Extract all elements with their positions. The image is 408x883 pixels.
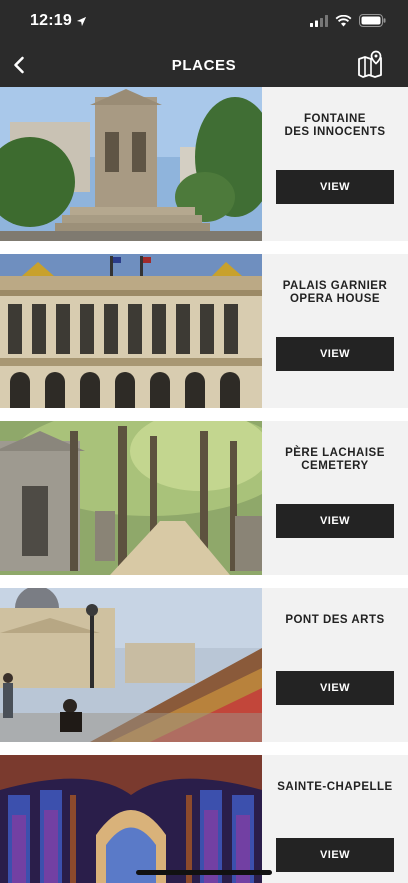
place-photo — [0, 588, 262, 742]
place-info: PONT DES ARTS VIEW — [262, 588, 408, 742]
view-button[interactable]: VIEW — [276, 838, 394, 872]
place-photo — [0, 254, 262, 408]
view-button[interactable]: VIEW — [276, 671, 394, 705]
place-card-pere-lachaise[interactable]: PÈRE LACHAISE CEMETERY VIEW — [0, 421, 408, 575]
app-header: 12:19 PLACES — [0, 0, 408, 87]
map-pin-icon — [358, 50, 382, 78]
location-arrow-icon — [76, 16, 87, 26]
place-card-fontaine-des-innocents[interactable]: FONTAINE DES INNOCENTS VIEW — [0, 87, 408, 241]
map-button[interactable] — [356, 50, 384, 78]
place-info: FONTAINE DES INNOCENTS VIEW — [262, 87, 408, 241]
status-time-group: 12:19 — [30, 12, 87, 30]
wifi-icon — [335, 14, 352, 26]
place-name: PALAIS GARNIER OPERA HOUSE — [282, 280, 388, 305]
battery-icon — [359, 14, 386, 27]
place-photo — [0, 755, 262, 883]
place-photo — [0, 87, 262, 241]
place-info: SAINTE-CHAPELLE VIEW — [262, 755, 408, 883]
place-name: FONTAINE DES INNOCENTS — [284, 113, 386, 138]
place-photo — [0, 421, 262, 575]
place-name: PÈRE LACHAISE CEMETERY — [285, 447, 385, 472]
place-info: PÈRE LACHAISE CEMETERY VIEW — [262, 421, 408, 575]
status-time: 12:19 — [30, 12, 72, 29]
signal-icon — [310, 14, 328, 27]
place-info: PALAIS GARNIER OPERA HOUSE VIEW — [262, 254, 408, 408]
place-card-palais-garnier[interactable]: PALAIS GARNIER OPERA HOUSE VIEW — [0, 254, 408, 408]
view-button[interactable]: VIEW — [276, 504, 394, 538]
place-name: PONT DES ARTS — [285, 614, 385, 626]
place-card-sainte-chapelle[interactable]: SAINTE-CHAPELLE VIEW — [0, 755, 408, 883]
places-list: FONTAINE DES INNOCENTS VIEW PALAIS GARNI… — [0, 87, 408, 883]
view-button[interactable]: VIEW — [276, 170, 394, 204]
status-icons — [310, 14, 386, 27]
page-title: PLACES — [171, 57, 237, 74]
place-card-pont-des-arts[interactable]: PONT DES ARTS VIEW — [0, 588, 408, 742]
home-indicator — [136, 870, 272, 875]
view-button[interactable]: VIEW — [276, 337, 394, 371]
place-name: SAINTE-CHAPELLE — [277, 781, 393, 793]
status-bar: 12:19 — [0, 0, 408, 44]
nav-bar: PLACES — [0, 44, 408, 87]
